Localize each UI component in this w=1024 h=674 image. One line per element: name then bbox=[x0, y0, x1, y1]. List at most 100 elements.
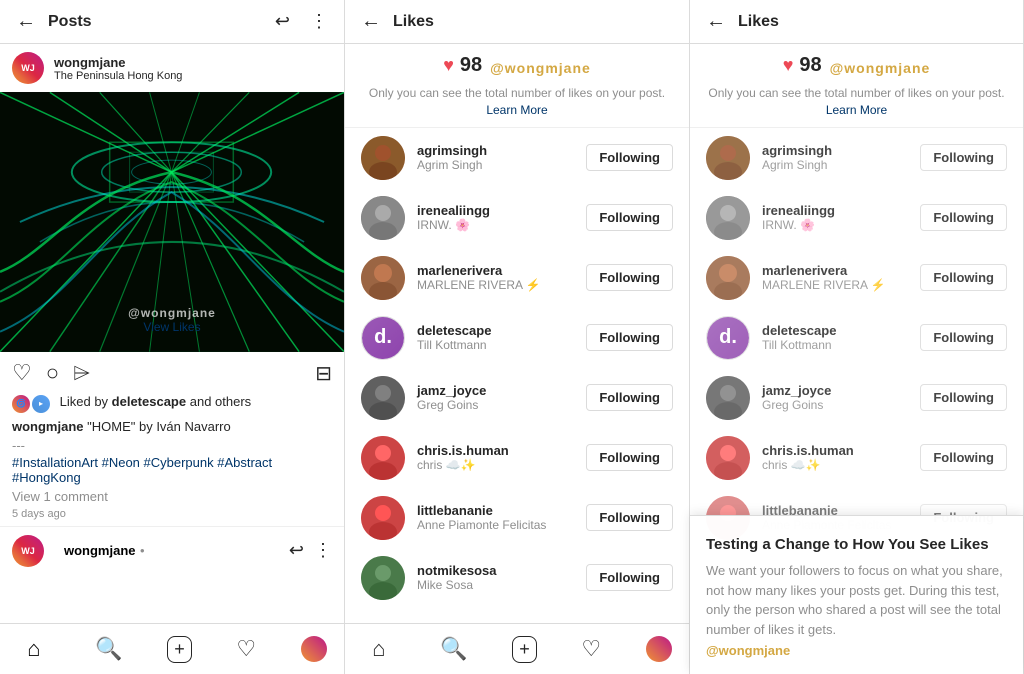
nav2-search-icon[interactable]: 🔍 bbox=[430, 632, 477, 666]
user-info-deletescape-3: deletescape Till Kottmann bbox=[762, 323, 920, 352]
following-btn-irene-3[interactable]: Following bbox=[920, 204, 1007, 231]
more-options-icon[interactable]: ⋮ bbox=[310, 11, 328, 32]
user-avatar-deletescape-3[interactable]: d. bbox=[706, 316, 750, 360]
nav-add-icon[interactable]: + bbox=[167, 636, 192, 663]
post-feed: WJ wongmjane The Peninsula Hong Kong bbox=[0, 44, 344, 623]
second-post-more-icon[interactable]: ⋮ bbox=[314, 540, 332, 561]
nav-search-icon[interactable]: 🔍 bbox=[85, 632, 132, 666]
user-info-irene-3: irenealiingg IRNW. 🌸 bbox=[762, 203, 920, 232]
user-handle-chris-3: chris.is.human bbox=[762, 443, 920, 458]
overlay-text: We want your followers to focus on what … bbox=[706, 561, 1007, 639]
user-name-deletescape: Till Kottmann bbox=[417, 338, 586, 352]
deletescape-logo-3: d. bbox=[707, 316, 749, 360]
share-icon[interactable]: ⌲ bbox=[73, 360, 90, 386]
following-btn-deletescape-3[interactable]: Following bbox=[920, 324, 1007, 351]
user-avatar-chris[interactable] bbox=[361, 436, 405, 480]
following-btn-jamz-3[interactable]: Following bbox=[920, 384, 1007, 411]
user-avatar-irene[interactable] bbox=[361, 196, 405, 240]
following-btn-marlene-3[interactable]: Following bbox=[920, 264, 1007, 291]
list-item: agrimsingh Agrim Singh Following bbox=[690, 128, 1023, 188]
heart-filled-icon-2: ♥ bbox=[443, 55, 454, 76]
user-avatar-deletescape[interactable]: d. bbox=[361, 316, 405, 360]
learn-more-link-2[interactable]: Learn More bbox=[486, 103, 547, 117]
user-avatar-jamz[interactable] bbox=[361, 376, 405, 420]
nav-profile-avatar[interactable] bbox=[301, 636, 327, 662]
nav2-add-icon[interactable]: + bbox=[512, 636, 537, 663]
user-handle-notmike: notmikesosa bbox=[417, 563, 586, 578]
following-btn-chris-3[interactable]: Following bbox=[920, 444, 1007, 471]
likes-count-row-3: ♥ 98 bbox=[783, 54, 822, 77]
nav2-profile-avatar[interactable] bbox=[646, 636, 672, 662]
posts-header: ← Posts ↩ ⋮ bbox=[0, 0, 344, 44]
following-btn-little[interactable]: Following bbox=[586, 504, 673, 531]
post-tags[interactable]: #InstallationArt #Neon #Cyberpunk #Abstr… bbox=[0, 453, 344, 487]
user-handle-marlene: marlenerivera bbox=[417, 263, 586, 278]
learn-more-link-3[interactable]: Learn More bbox=[826, 103, 887, 117]
liked-by-name[interactable]: deletescape bbox=[112, 394, 186, 409]
second-post-row: WJ wongmjane • ↩ ⋮ bbox=[0, 526, 344, 575]
list-item: littlebananie Anne Piamonte Felicitas Fo… bbox=[345, 488, 689, 548]
list-item: irenealiingg IRNW. 🌸 Following bbox=[345, 188, 689, 248]
back-arrow-icon[interactable]: ← bbox=[16, 10, 36, 33]
user-avatar-irene-3[interactable] bbox=[706, 196, 750, 240]
user-info-jamz: jamz_joyce Greg Goins bbox=[417, 383, 586, 412]
user-avatar-marlene[interactable] bbox=[361, 256, 405, 300]
post-comment-link[interactable]: View 1 comment bbox=[0, 487, 344, 506]
like-icon[interactable]: ♡ bbox=[12, 360, 32, 386]
likes-title-3: Likes bbox=[738, 13, 1007, 31]
liked-avatars: 🌀 ▸ bbox=[12, 395, 50, 413]
bookmark-icon[interactable]: ⊟ bbox=[315, 361, 332, 386]
nav2-heart-icon[interactable]: ♡ bbox=[571, 632, 611, 666]
list-item: chris.is.human chris ☁️✨ Following bbox=[345, 428, 689, 488]
following-btn-agrimsingh[interactable]: Following bbox=[586, 144, 673, 171]
nav-home-icon[interactable]: ⌂ bbox=[17, 632, 50, 666]
nav2-home-icon[interactable]: ⌂ bbox=[362, 632, 395, 666]
bottom-nav-2: ⌂ 🔍 + ♡ bbox=[345, 623, 689, 674]
caption-username[interactable]: wongmjane bbox=[12, 419, 84, 434]
post-sep: --- bbox=[0, 438, 344, 453]
user-info-notmike: notmikesosa Mike Sosa bbox=[417, 563, 586, 592]
second-post-avatar[interactable]: WJ bbox=[12, 535, 44, 567]
likes-title-2: Likes bbox=[393, 13, 673, 31]
heart-filled-icon-3: ♥ bbox=[783, 55, 794, 76]
nav-heart-icon[interactable]: ♡ bbox=[226, 632, 266, 666]
likes-back-icon-2[interactable]: ← bbox=[361, 10, 381, 33]
post-user-avatar[interactable]: WJ bbox=[12, 52, 44, 84]
view-likes-link[interactable]: View Likes bbox=[143, 320, 200, 334]
user-info-chris-3: chris.is.human chris ☁️✨ bbox=[762, 443, 920, 472]
user-avatar-little[interactable] bbox=[361, 496, 405, 540]
user-name-chris-3: chris ☁️✨ bbox=[762, 458, 920, 472]
following-btn-notmike[interactable]: Following bbox=[586, 564, 673, 591]
likes-back-icon-3[interactable]: ← bbox=[706, 10, 726, 33]
user-handle-chris: chris.is.human bbox=[417, 443, 586, 458]
following-btn-chris[interactable]: Following bbox=[586, 444, 673, 471]
following-btn-marlene[interactable]: Following bbox=[586, 264, 673, 291]
reply-icon[interactable]: ↩ bbox=[275, 11, 290, 32]
user-avatar-jamz-3[interactable] bbox=[706, 376, 750, 420]
user-avatar-chris-3[interactable] bbox=[706, 436, 750, 480]
following-btn-deletescape[interactable]: Following bbox=[586, 324, 673, 351]
post-actions-row: ♡ ○ ⌲ ⊟ bbox=[0, 352, 344, 394]
user-avatar-agrimsingh-3[interactable] bbox=[706, 136, 750, 180]
user-name-irene-3: IRNW. 🌸 bbox=[762, 218, 920, 232]
likes-number-2: 98 bbox=[460, 54, 482, 77]
panel-likes-2: ← Likes ♥ 98 @wongmjane Only you can see… bbox=[345, 0, 690, 674]
likes-watermark-3: @wongmjane bbox=[830, 60, 931, 76]
user-avatar-marlene-3[interactable] bbox=[706, 256, 750, 300]
post-caption: wongmjane "HOME" by Iván Navarro bbox=[0, 417, 344, 438]
following-btn-irene[interactable]: Following bbox=[586, 204, 673, 231]
post-header-icons: ↩ ⋮ bbox=[275, 11, 328, 32]
comment-icon[interactable]: ○ bbox=[46, 360, 59, 386]
user-handle-agrimsingh-3: agrimsingh bbox=[762, 143, 920, 158]
user-name-little: Anne Piamonte Felicitas bbox=[417, 518, 586, 532]
liked-text: Liked by deletescape and others bbox=[60, 394, 252, 409]
user-avatar-agrimsingh[interactable] bbox=[361, 136, 405, 180]
following-btn-jamz[interactable]: Following bbox=[586, 384, 673, 411]
user-info-little: littlebananie Anne Piamonte Felicitas bbox=[417, 503, 586, 532]
user-info-agrimsingh: agrimsingh Agrim Singh bbox=[417, 143, 586, 172]
deletescape-logo: d. bbox=[362, 316, 404, 360]
user-avatar-notmike[interactable] bbox=[361, 556, 405, 600]
second-post-reply-icon[interactable]: ↩ bbox=[289, 540, 304, 561]
following-btn-agrimsingh-3[interactable]: Following bbox=[920, 144, 1007, 171]
likes-privacy-2: Only you can see the total number of lik… bbox=[361, 85, 673, 102]
